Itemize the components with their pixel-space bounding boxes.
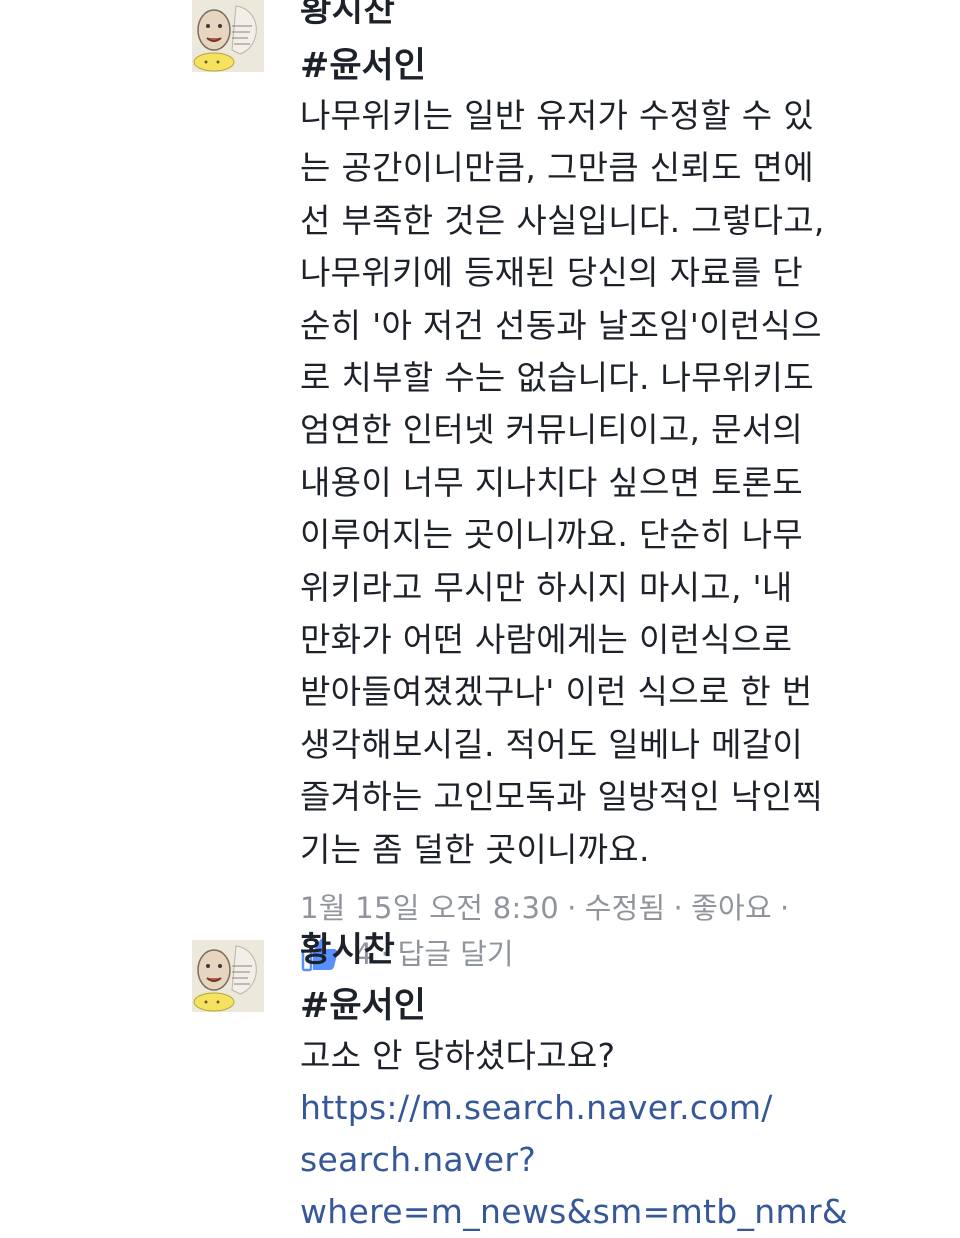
like-button[interactable]: 좋아요 [691,891,772,925]
meta-separator: · [567,891,577,926]
comment-hashtag[interactable]: #윤서인 [300,42,940,90]
comment-body: 황시찬 #윤서인 나무위키는 일반 유저가 수정할 수 있 는 공간이니만큼, … [300,0,940,978]
avatar[interactable] [192,0,264,72]
edited-label[interactable]: 수정됨 [585,891,666,925]
comment-link[interactable]: https://m.search.naver.com/ search.naver… [300,1082,940,1238]
avatar-illustration-icon [192,0,264,72]
comment-body: 황시찬 #윤서인 고소 안 당하셨다고요? https://m.search.n… [300,928,940,1238]
comment-text: 고소 안 당하셨다고요? [300,1036,616,1075]
comment-meta: 1월 15일 오전 8:30 · 수정됨 · 좋아요 · [300,884,940,930]
meta-separator: · [780,891,790,926]
comment-author[interactable]: 황시찬 [300,928,940,972]
comment-hashtag[interactable]: #윤서인 [300,982,940,1030]
meta-separator: · [673,891,684,926]
comment-author[interactable]: 황시찬 [300,0,940,32]
avatar[interactable] [192,940,264,1012]
avatar-illustration-icon [192,940,264,1012]
comment-timestamp[interactable]: 1월 15일 오전 8:30 [300,891,559,925]
comment-text: 나무위키는 일반 유저가 수정할 수 있 는 공간이니만큼, 그만큼 신뢰도 면… [300,96,825,869]
